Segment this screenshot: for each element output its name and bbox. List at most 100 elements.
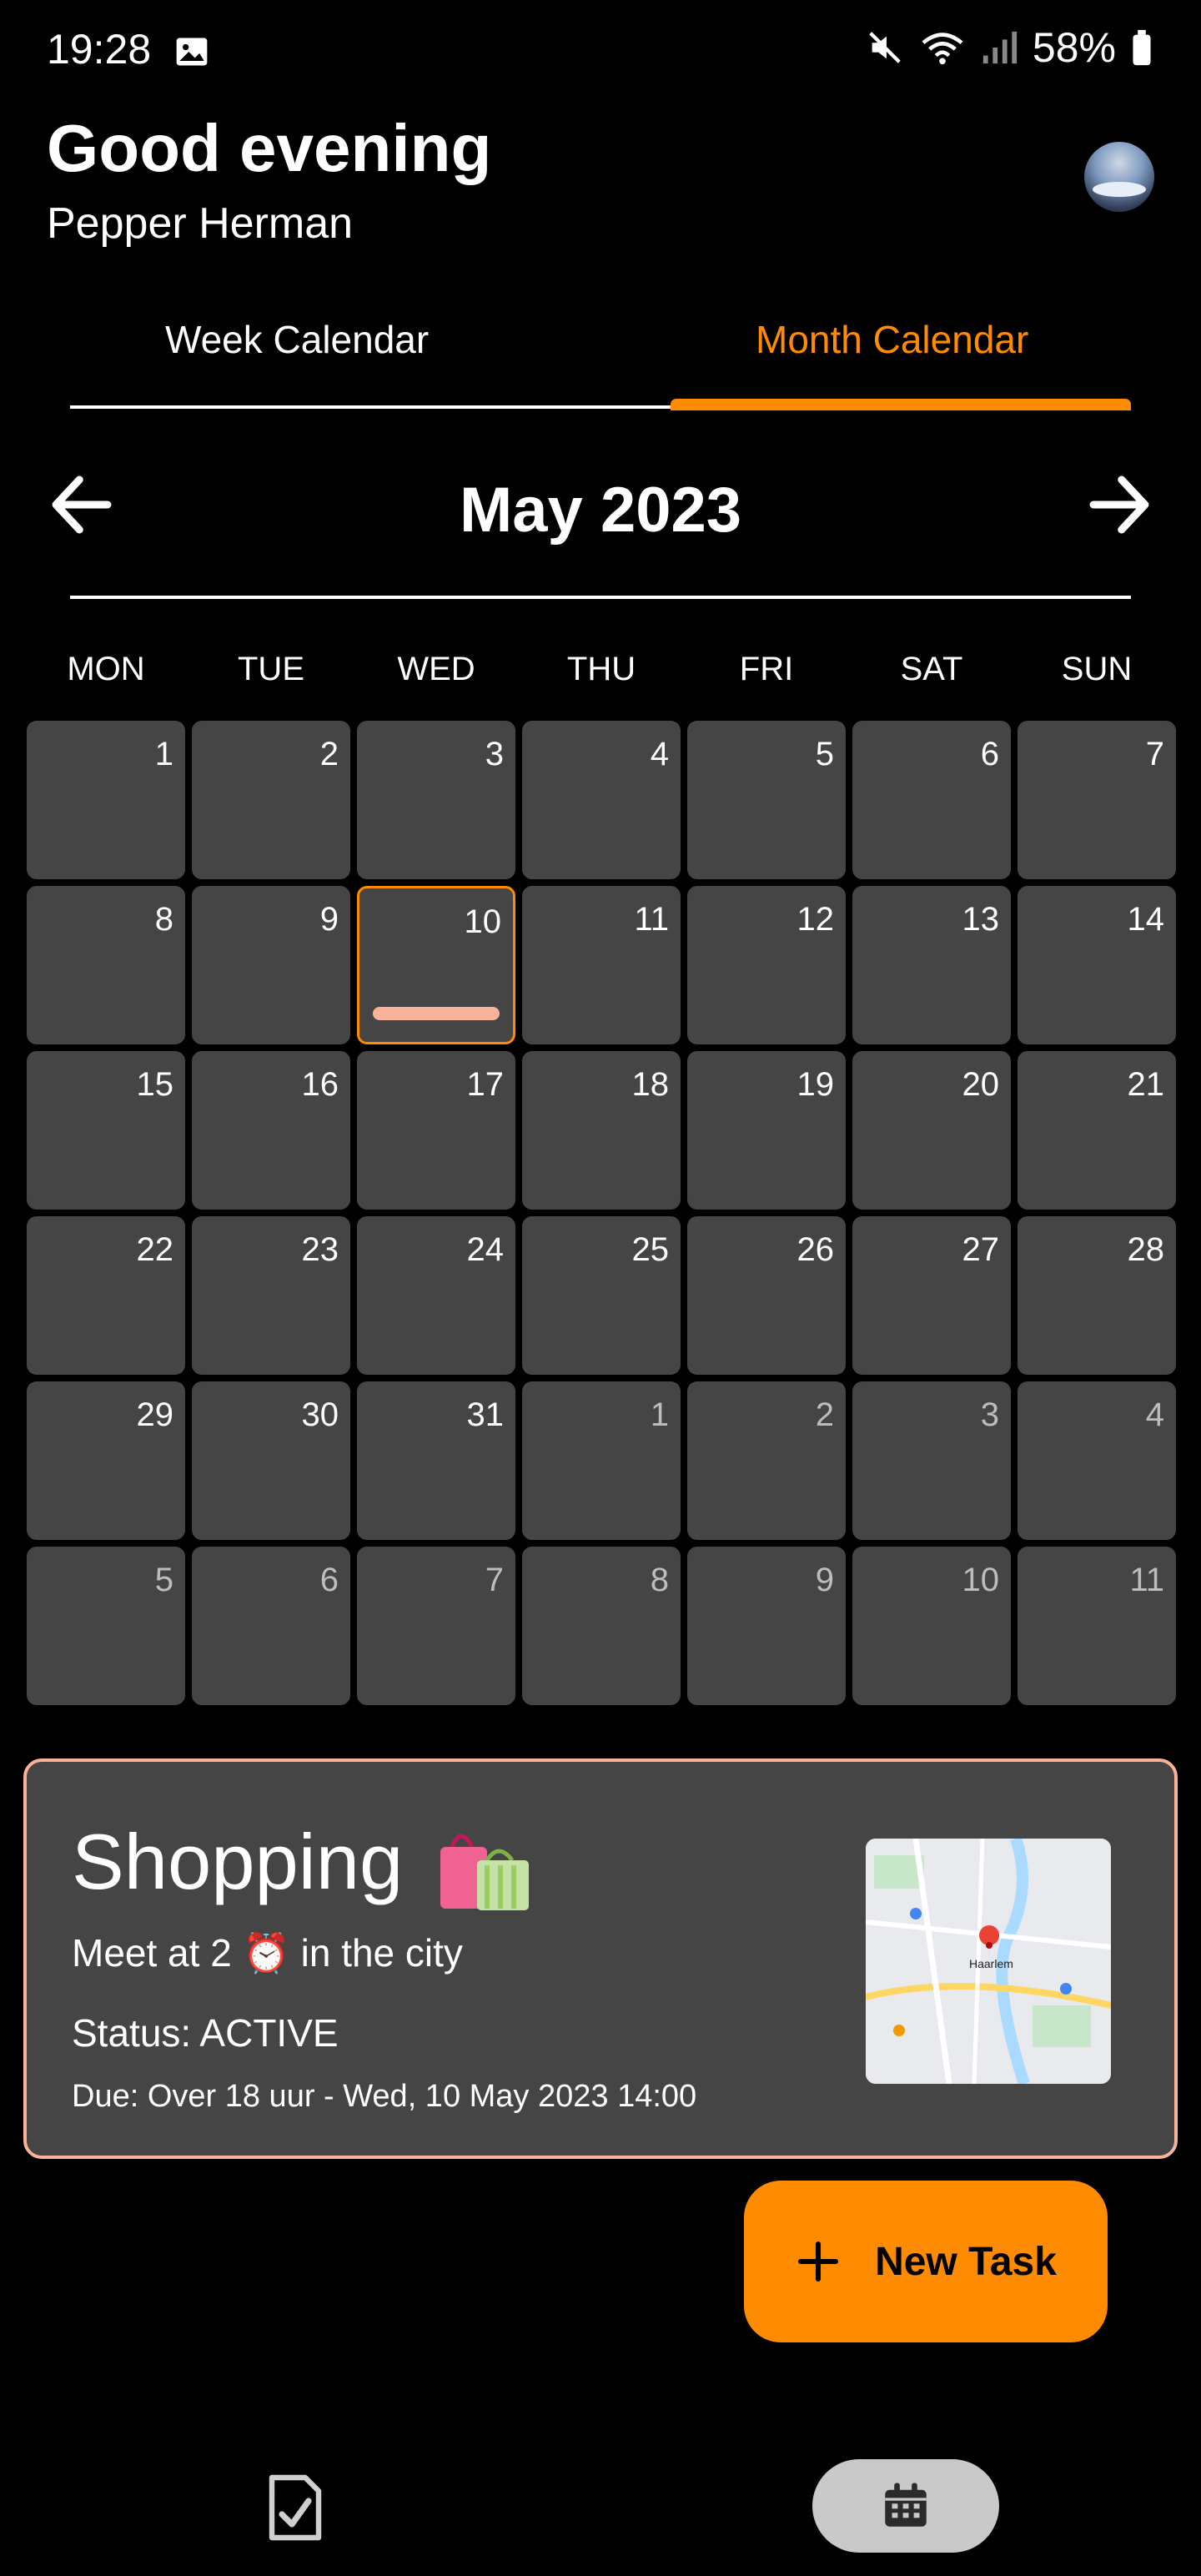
day-cell[interactable]: 11	[1018, 1547, 1176, 1705]
status-bar: 19:28 58%	[0, 0, 1201, 103]
day-number: 11	[1129, 1562, 1164, 1598]
day-cell[interactable]: 16	[192, 1051, 350, 1210]
day-number: 7	[1145, 736, 1164, 772]
day-cell[interactable]: 28	[1018, 1216, 1176, 1375]
day-number: 1	[154, 736, 173, 772]
task-indicator-bar	[373, 1007, 500, 1020]
calendar-tabs: Week Calendar Month Calendar	[70, 300, 1131, 414]
day-cell[interactable]: 8	[522, 1547, 681, 1705]
day-cell[interactable]: 12	[687, 886, 846, 1044]
day-cell[interactable]: 15	[27, 1051, 185, 1210]
battery-icon	[1133, 29, 1151, 66]
day-cell[interactable]: 19	[687, 1051, 846, 1210]
day-cell[interactable]: 3	[852, 1381, 1011, 1540]
day-number: 9	[319, 901, 339, 938]
day-number: 2	[319, 736, 339, 772]
task-title: Shopping	[72, 1818, 404, 1905]
day-cell[interactable]: 11	[522, 886, 681, 1044]
weekday-header: MON TUE WED THU FRI SAT SUN	[27, 651, 1174, 688]
weekday-label: SAT	[900, 651, 963, 687]
weekday-label: MON	[67, 651, 145, 687]
day-number: 15	[136, 1066, 174, 1103]
day-cell[interactable]: 5	[687, 721, 846, 879]
weekday-label: FRI	[739, 651, 794, 687]
weekday-label: THU	[566, 651, 636, 687]
day-cell-selected[interactable]: 10	[357, 886, 515, 1044]
day-number: 18	[631, 1066, 670, 1103]
task-description: Meet at 2 ⏰ in the city	[72, 1931, 463, 1975]
map-place-label: Haarlem	[969, 1957, 1013, 1970]
day-cell[interactable]: 1	[27, 721, 185, 879]
day-cell[interactable]: 1	[522, 1381, 681, 1540]
new-task-button[interactable]: New Task	[744, 2181, 1108, 2342]
day-cell[interactable]: 4	[522, 721, 681, 879]
day-cell[interactable]: 2	[192, 721, 350, 879]
day-number: 10	[464, 903, 502, 940]
day-number: 9	[815, 1562, 834, 1598]
day-cell[interactable]: 31	[357, 1381, 515, 1540]
wifi-icon	[922, 33, 963, 65]
day-number: 23	[301, 1231, 339, 1268]
day-cell[interactable]: 6	[852, 721, 1011, 879]
day-cell[interactable]: 8	[27, 886, 185, 1044]
day-number: 2	[815, 1396, 834, 1433]
tab-week-calendar[interactable]: Week Calendar	[165, 317, 429, 362]
day-number: 8	[650, 1562, 669, 1598]
day-number: 6	[319, 1562, 339, 1598]
day-number: 31	[466, 1396, 505, 1433]
day-number: 25	[631, 1231, 670, 1268]
day-cell[interactable]: 10	[852, 1547, 1011, 1705]
day-cell[interactable]: 25	[522, 1216, 681, 1375]
day-number: 11	[634, 901, 669, 938]
signal-icon	[982, 31, 1018, 64]
day-cell[interactable]: 7	[357, 1547, 515, 1705]
day-cell[interactable]: 23	[192, 1216, 350, 1375]
nav-calendar[interactable]	[812, 2459, 999, 2553]
day-number: 1	[650, 1396, 669, 1433]
status-time: 19:28	[47, 26, 152, 73]
day-number: 3	[980, 1396, 999, 1433]
day-cell[interactable]: 22	[27, 1216, 185, 1375]
day-cell[interactable]: 4	[1018, 1381, 1176, 1540]
day-number: 6	[980, 736, 999, 772]
day-number: 4	[1145, 1396, 1164, 1433]
day-cell[interactable]: 9	[687, 1547, 846, 1705]
day-cell[interactable]: 2	[687, 1381, 846, 1540]
month-navigation: May 2023	[0, 450, 1201, 567]
day-cell[interactable]: 27	[852, 1216, 1011, 1375]
day-cell[interactable]: 9	[192, 886, 350, 1044]
day-cell[interactable]: 13	[852, 886, 1011, 1044]
user-name: Pepper Herman	[47, 199, 354, 248]
status-icons: 58%	[866, 23, 1153, 72]
task-check-icon[interactable]	[265, 2474, 325, 2541]
day-cell[interactable]: 29	[27, 1381, 185, 1540]
day-cell[interactable]: 3	[357, 721, 515, 879]
calendar-icon	[885, 2483, 927, 2527]
day-cell[interactable]: 7	[1018, 721, 1176, 879]
avatar[interactable]	[1084, 142, 1154, 212]
tab-month-calendar[interactable]: Month Calendar	[756, 317, 1028, 362]
weekday-label: TUE	[238, 651, 304, 687]
day-number: 5	[154, 1562, 173, 1598]
day-cell[interactable]: 30	[192, 1381, 350, 1540]
day-cell[interactable]: 17	[357, 1051, 515, 1210]
bottom-navigation	[0, 2444, 1201, 2576]
day-cell[interactable]: 6	[192, 1547, 350, 1705]
battery-level: 58%	[1032, 24, 1116, 71]
new-task-label: New Task	[875, 2239, 1057, 2284]
task-map-thumbnail[interactable]: Haarlem	[866, 1839, 1111, 2084]
arrow-right-icon[interactable]	[1081, 467, 1156, 542]
day-cell[interactable]: 18	[522, 1051, 681, 1210]
day-cell[interactable]: 14	[1018, 886, 1176, 1044]
day-number: 28	[1127, 1231, 1165, 1268]
day-number: 13	[962, 901, 1000, 938]
day-number: 20	[962, 1066, 1000, 1103]
day-number: 7	[485, 1562, 504, 1598]
day-cell[interactable]: 26	[687, 1216, 846, 1375]
day-cell[interactable]: 5	[27, 1547, 185, 1705]
day-cell[interactable]: 21	[1018, 1051, 1176, 1210]
task-card[interactable]: Shopping Meet at 2 ⏰ in the city Status:…	[23, 1758, 1178, 2159]
day-cell[interactable]: 20	[852, 1051, 1011, 1210]
day-number: 27	[962, 1231, 1000, 1268]
day-cell[interactable]: 24	[357, 1216, 515, 1375]
